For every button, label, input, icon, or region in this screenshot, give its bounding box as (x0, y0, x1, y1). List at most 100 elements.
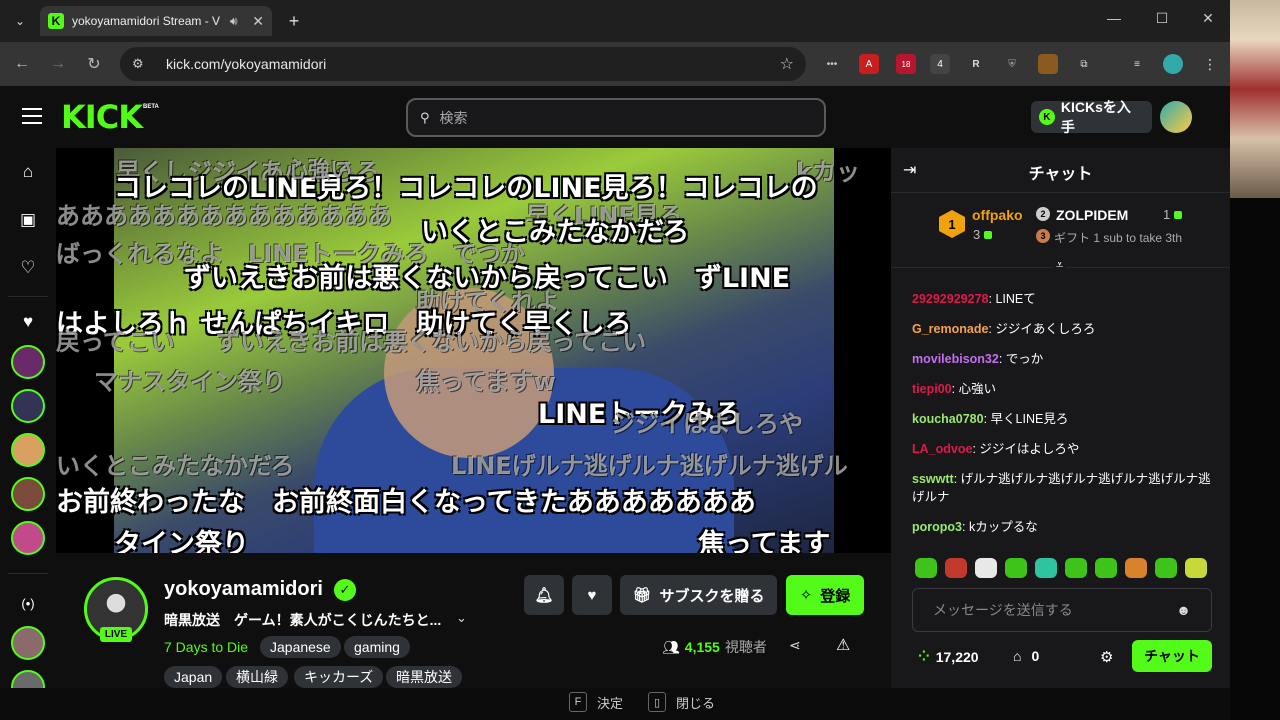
extensions-puzzle-icon[interactable]: ⧉ (1074, 54, 1094, 74)
tag-pill[interactable]: gaming (344, 636, 410, 658)
shield-extension-icon[interactable]: ⛨ (1002, 54, 1022, 74)
chat-username[interactable]: G_remonade (912, 322, 988, 336)
mail-badge: 18 (901, 59, 911, 69)
user-avatar[interactable] (1160, 101, 1192, 133)
chat-settings-gear-icon[interactable]: ⚙ (1100, 648, 1113, 666)
leader-second-name[interactable]: ZOLPIDEM (1056, 207, 1128, 223)
gift-sub-button[interactable]: 🎁︎ サブスクを贈る (620, 575, 777, 615)
emote-icon[interactable] (1095, 558, 1117, 578)
browser-menu-icon[interactable]: ⋮ (1200, 54, 1220, 74)
mail-extension-icon[interactable]: 18 (896, 54, 916, 74)
emote-icon[interactable] (945, 558, 967, 578)
recommended-channel-avatar[interactable] (11, 626, 45, 660)
puzzle-extension-icon[interactable]: 4 (930, 54, 950, 74)
chest-balance[interactable]: ⌂ 0 (1013, 648, 1039, 664)
notification-bell-button[interactable]: 🔔︎ (524, 575, 564, 615)
home-icon[interactable]: ⌂ (16, 160, 40, 184)
chat-message-input[interactable]: メッセージを送信する ☻ (912, 588, 1212, 632)
report-warning-icon[interactable]: ⚠ (836, 635, 850, 655)
forward-icon[interactable]: → (46, 52, 70, 76)
bookmark-star-icon[interactable]: ☆ (780, 54, 794, 74)
emote-icon[interactable] (1125, 558, 1147, 578)
tag-pill[interactable]: キッカーズ (294, 666, 384, 688)
chat-colon: : (951, 382, 959, 396)
keyboard-hint-bar: F 決定 ▯ 閉じる (0, 688, 1230, 720)
tab-search-icon[interactable]: ⌄ (8, 9, 32, 33)
emote-icon[interactable] (1065, 558, 1087, 578)
chat-username[interactable]: movilebison32 (912, 352, 999, 366)
bottle-extension-icon[interactable] (1038, 54, 1058, 74)
chat-username[interactable]: sswwtt (912, 472, 954, 486)
maximize-icon[interactable]: ☐ (1150, 10, 1174, 27)
chevron-down-icon[interactable]: ⌄ (456, 610, 467, 626)
video-player[interactable]: 早くしジジイあくしろろ kカッ コレコレのLINE見ろ！コレコレのLINE見ろ！… (56, 148, 891, 553)
emote-icon[interactable] (1155, 558, 1177, 578)
emote-icon[interactable] (975, 558, 997, 578)
gift-leaderboard: 1 offpako 3 2 ZOLPIDEM 1 3 ギフト 1 sub to … (891, 193, 1230, 267)
followed-channel-avatar[interactable] (11, 521, 45, 555)
tag-pill[interactable]: Japan (164, 666, 223, 688)
second-place-badge-icon: 2 (1036, 207, 1050, 221)
address-bar[interactable]: ⚙︎ kick.com/yokoyamamidori ☆ (120, 47, 806, 81)
streamer-name[interactable]: yokoyamamidori (164, 578, 323, 601)
pdf-extension-icon[interactable]: A (859, 54, 879, 74)
close-tab-icon[interactable]: ✕ (252, 13, 264, 30)
tag-pill[interactable]: Japanese (260, 636, 341, 658)
emoji-picker-icon[interactable]: ☻ (1176, 602, 1191, 618)
emote-icon[interactable] (1185, 558, 1207, 578)
live-badge: LIVE (100, 627, 132, 642)
chat-username[interactable]: poropo3 (912, 520, 962, 534)
emote-icon[interactable] (915, 558, 937, 578)
new-tab-icon[interactable]: + (282, 9, 306, 33)
followed-channel-avatar[interactable] (11, 433, 45, 467)
reader-extension-icon[interactable]: R (966, 54, 986, 74)
gift-icon: 🎁︎ (632, 587, 652, 604)
profile-avatar-icon[interactable] (1163, 54, 1183, 74)
back-icon[interactable]: ← (10, 52, 34, 76)
emote-icon[interactable] (1035, 558, 1057, 578)
chat-username[interactable]: 2929292927​8 (912, 292, 988, 306)
reload-icon[interactable]: ↻ (82, 52, 106, 76)
gift-prompt[interactable]: ギフト 1 sub to take 3th (1054, 229, 1182, 246)
kick-logo[interactable]: KICK (61, 98, 143, 136)
browser-window: ⌄ K yokoyamamidori Stream - V 🔊︎ ✕ + — ☐… (0, 0, 1230, 720)
viewer-count: 👥︎ 4,155 視聴者 (662, 637, 767, 657)
search-input[interactable]: 検索 (440, 108, 468, 128)
media-controls-icon[interactable]: ≡ (1127, 54, 1147, 74)
menu-icon[interactable] (22, 108, 42, 124)
speaker-icon[interactable]: 🔊︎ (230, 14, 238, 29)
overlay-comment: 心強い (286, 158, 353, 183)
browse-icon[interactable]: ▣ (16, 208, 40, 232)
collapse-chat-icon[interactable]: ⇥ (903, 160, 916, 180)
url-text[interactable]: kick.com/yokoyamamidori (166, 56, 326, 72)
leader-first-name[interactable]: offpako (972, 207, 1023, 223)
browser-tab[interactable]: K yokoyamamidori Stream - V 🔊︎ ✕ (40, 6, 272, 36)
viewer-number: 4,155 (684, 639, 720, 655)
tag-pill[interactable]: 横山緑 (226, 666, 288, 688)
emote-icon[interactable] (1005, 558, 1027, 578)
tag-pill[interactable]: 暗黒放送 (386, 666, 462, 688)
chat-text: ジジイはよしろや (979, 442, 1080, 456)
chat-send-button[interactable]: チャット (1132, 640, 1212, 672)
close-window-icon[interactable]: ✕ (1196, 10, 1220, 27)
chat-username[interactable]: LA_odvoe (912, 442, 972, 456)
chat-username[interactable]: tiepi00 (912, 382, 952, 396)
extension-dots-icon[interactable]: ••• (822, 54, 842, 74)
expand-leaderboard-icon[interactable]: ⩡ (1053, 257, 1067, 273)
chat-text: 心強い (958, 382, 997, 396)
category-link[interactable]: 7 Days to Die (164, 639, 248, 655)
kicks-balance[interactable]: ⁘ 17,220 (918, 648, 979, 665)
minimize-icon[interactable]: — (1102, 10, 1126, 26)
gift-sub-label: サブスクを贈る (659, 587, 765, 605)
followed-channel-avatar[interactable] (11, 477, 45, 511)
search-box[interactable]: ⚲ 検索 (406, 98, 826, 137)
followed-channel-avatar[interactable] (11, 345, 45, 379)
following-icon[interactable]: ♡ (16, 256, 40, 280)
follow-heart-button[interactable]: ♥ (572, 575, 612, 615)
chat-username[interactable]: koucha0780 (912, 412, 984, 426)
share-icon[interactable]: ⋖ (789, 637, 801, 654)
subscribe-button[interactable]: ✧ 登録 (786, 575, 864, 615)
site-info-icon[interactable]: ⚙︎ (132, 56, 152, 72)
followed-channel-avatar[interactable] (11, 389, 45, 423)
get-kicks-button[interactable]: K KICKsを入手 (1031, 99, 1152, 135)
